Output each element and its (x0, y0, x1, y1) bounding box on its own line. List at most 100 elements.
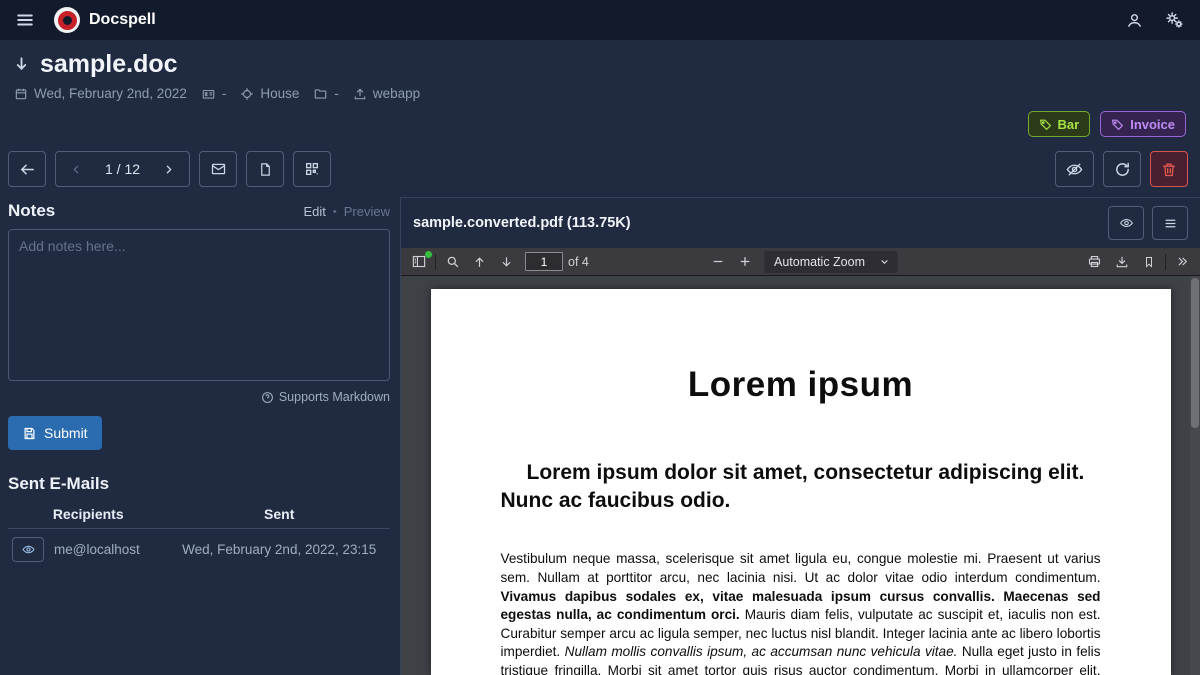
markdown-hint-label: Supports Markdown (279, 390, 390, 404)
upload-icon (353, 87, 367, 101)
attachment-header: sample.converted.pdf (113.75K) (401, 198, 1200, 248)
brand-home-link[interactable]: Docspell (54, 7, 156, 33)
qr-grid-button[interactable] (293, 151, 331, 187)
notes-header: Notes Edit • Preview (8, 201, 390, 221)
next-page-arrow-icon[interactable] (493, 250, 520, 274)
folder-value: - (334, 86, 339, 101)
print-icon[interactable] (1081, 250, 1108, 274)
delete-trash-button[interactable] (1150, 151, 1188, 187)
submit-label: Submit (44, 425, 88, 441)
notes-edit-link[interactable]: Edit (303, 204, 325, 219)
attachment-preview-eye-button[interactable] (1108, 206, 1144, 240)
tags-row: Bar Invoice (14, 111, 1186, 137)
folder-meta[interactable]: - (313, 86, 339, 101)
link-separator: • (333, 206, 337, 218)
column-recipients: Recipients (8, 500, 168, 529)
item-pagination-group: 1 / 12 (55, 151, 190, 187)
tag-label: Invoice (1130, 117, 1175, 132)
main-content: Notes Edit • Preview Supports Markdown S… (0, 197, 1200, 675)
recipient-cell: me@localhost (12, 537, 164, 562)
item-arrow-icon (14, 54, 32, 76)
notes-title: Notes (8, 201, 55, 221)
sent-date-value: Wed, February 2nd, 2022, 23:15 (168, 529, 390, 571)
folder-icon (313, 87, 328, 101)
download-icon[interactable] (1108, 250, 1135, 274)
date-meta: Wed, February 2nd, 2022 (14, 86, 187, 101)
correspondent-meta[interactable]: - (201, 86, 227, 101)
pdf-scrollbar-thumb[interactable] (1191, 278, 1199, 428)
tag-icon (1039, 118, 1052, 131)
docspell-logo-icon (54, 7, 80, 33)
zoom-level-select[interactable]: Automatic Zoom (764, 251, 897, 273)
document-title: sample.doc (40, 50, 178, 79)
previous-page-arrow-icon[interactable] (466, 250, 493, 274)
table-header-row: Recipients Sent (8, 500, 390, 529)
concerning-value: House (260, 86, 299, 101)
recipient-value: me@localhost (54, 542, 140, 557)
notes-input[interactable] (8, 229, 390, 381)
prev-item-chevron[interactable] (60, 159, 93, 180)
tag-label: Bar (1058, 117, 1080, 132)
app-name: Docspell (89, 11, 156, 29)
pdf-document-title: Lorem ipsum (501, 365, 1101, 405)
chevron-down-icon (879, 257, 889, 267)
source-value: webapp (373, 86, 420, 101)
tag-bar[interactable]: Bar (1028, 111, 1091, 137)
topbar-right (1120, 5, 1190, 36)
top-navbar: Docspell (0, 0, 1200, 40)
markdown-hint: Supports Markdown (8, 390, 390, 404)
pdfjs-toolbar: of 4 Automatic Zoom (401, 248, 1200, 276)
zoom-in-plus-icon[interactable] (731, 250, 758, 274)
item-position-label: 1 / 12 (95, 161, 150, 177)
save-icon (22, 426, 37, 441)
source-meta: webapp (353, 86, 420, 101)
add-files-button[interactable] (246, 151, 284, 187)
pdfjs-toolbar-right (1081, 250, 1196, 274)
document-meta-row: Wed, February 2nd, 2022 - House - webapp (14, 86, 1186, 101)
submit-notes-button[interactable]: Submit (8, 416, 102, 450)
address-card-icon (201, 87, 216, 101)
zoom-out-minus-icon[interactable] (704, 250, 731, 274)
pdf-scrollbar[interactable] (1190, 276, 1200, 675)
toolbar-divider (1165, 254, 1166, 270)
pdf-document-heading: Lorem ipsum dolor sit amet, consectetur … (501, 459, 1101, 514)
page-total-label: of 4 (568, 255, 589, 269)
concerning-meta[interactable]: House (240, 86, 299, 101)
toolbar-right (1055, 151, 1188, 187)
next-item-chevron[interactable] (152, 159, 185, 180)
attachment-filename: sample.converted.pdf (113.75K) (413, 215, 631, 231)
column-sent: Sent (168, 500, 390, 529)
tag-invoice[interactable]: Invoice (1100, 111, 1186, 137)
notes-preview-link[interactable]: Preview (344, 204, 390, 219)
send-mail-button[interactable] (199, 151, 237, 187)
pdf-page: Lorem ipsum Lorem ipsum dolor sit amet, … (431, 289, 1171, 675)
tag-icon (1111, 118, 1124, 131)
sent-emails-table: Recipients Sent me@localhost Wed, Febru (8, 500, 390, 570)
search-icon[interactable] (439, 250, 466, 274)
crosshair-icon (240, 87, 254, 101)
back-button[interactable] (8, 151, 46, 187)
page-number-input[interactable] (525, 252, 563, 271)
bookmark-current-view-icon[interactable] (1135, 250, 1162, 274)
view-mail-eye-button[interactable] (12, 537, 44, 562)
unconfirm-eye-slash-button[interactable] (1055, 151, 1094, 187)
reprocess-refresh-button[interactable] (1103, 151, 1141, 187)
table-row: me@localhost Wed, February 2nd, 2022, 23… (8, 529, 390, 571)
sent-emails-title: Sent E-Mails (8, 474, 390, 494)
zoom-controls: Automatic Zoom (704, 250, 897, 274)
attachment-menu-bars-button[interactable] (1152, 206, 1188, 240)
notes-links: Edit • Preview (303, 204, 390, 219)
notes-sidebar: Notes Edit • Preview Supports Markdown S… (0, 197, 400, 675)
pdf-viewport[interactable]: Lorem ipsum Lorem ipsum dolor sit amet, … (401, 276, 1200, 675)
user-account-icon[interactable] (1120, 6, 1149, 35)
sidebar-toggle-icon[interactable] (405, 250, 432, 274)
more-tools-double-chevron-icon[interactable] (1169, 250, 1196, 274)
correspondent-value: - (222, 86, 227, 101)
settings-gears-icon[interactable] (1159, 5, 1190, 36)
sidebar-notification-dot (425, 251, 432, 258)
hamburger-menu-icon[interactable] (10, 5, 40, 35)
attachment-panel: sample.converted.pdf (113.75K) (400, 197, 1200, 675)
toolbar-left: 1 / 12 (8, 151, 331, 187)
question-circle-icon (261, 391, 274, 404)
attachment-actions (1108, 206, 1188, 240)
